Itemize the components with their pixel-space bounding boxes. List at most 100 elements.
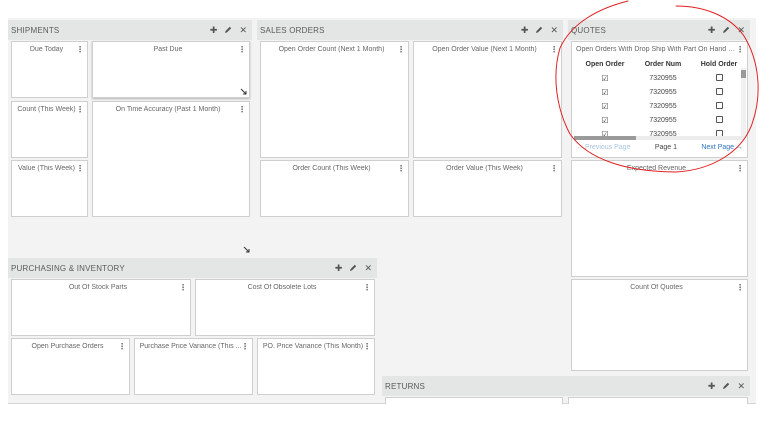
kebab-menu-icon[interactable]: ⋮	[241, 342, 249, 351]
checkbox-checked-icon: ☑	[601, 73, 609, 83]
widget-past-due[interactable]: Past Due ⋮	[92, 41, 250, 98]
kebab-menu-icon[interactable]: ⋮	[363, 283, 371, 292]
plus-icon[interactable]: ✚	[521, 25, 529, 35]
checkbox-empty-icon	[715, 73, 723, 81]
kebab-menu-icon[interactable]: ⋮	[238, 45, 246, 54]
kebab-menu-icon[interactable]: ⋮	[363, 342, 371, 351]
hold-order-checkbox[interactable]	[692, 87, 746, 97]
quotes-table: Open Order Order Num Hold Order ☑ 732095…	[576, 58, 746, 141]
pencil-icon[interactable]	[349, 264, 357, 272]
open-order-checkbox[interactable]: ☑	[576, 116, 634, 125]
hold-order-checkbox[interactable]	[692, 73, 746, 83]
scrollbar-thumb[interactable]	[741, 70, 746, 78]
widget-returns-left[interactable]	[385, 397, 563, 404]
order-num-cell: 7320955	[649, 74, 677, 82]
resize-handle-icon[interactable]	[243, 246, 250, 253]
checkbox-checked-icon: ☑	[601, 87, 609, 97]
widget-count-this-week[interactable]: Count (This Week) ⋮	[11, 101, 88, 158]
kebab-menu-icon[interactable]: ⋮	[76, 105, 84, 114]
widget-open-orders-drop-ship[interactable]: Open Orders With Drop Ship With Part On …	[571, 41, 748, 158]
next-page-button[interactable]: Next Page →	[701, 144, 743, 151]
hold-order-checkbox[interactable]	[692, 101, 746, 111]
kebab-menu-icon[interactable]: ⋮	[736, 45, 744, 54]
kebab-menu-icon[interactable]: ⋮	[118, 342, 126, 351]
widget-title: PO. Price Variance (This Month)	[262, 343, 364, 350]
open-order-checkbox[interactable]: ☑	[576, 88, 634, 97]
widget-open-order-count[interactable]: Open Order Count (Next 1 Month) ⋮	[260, 41, 409, 158]
sales-orders-panel-tools: ✚ ✕	[521, 25, 558, 35]
close-icon[interactable]: ✕	[550, 25, 558, 35]
widget-order-count-this-week[interactable]: Order Count (This Week) ⋮	[260, 160, 409, 217]
pencil-icon[interactable]	[722, 382, 730, 390]
returns-panel-title: RETURNS	[385, 381, 426, 391]
plus-icon[interactable]: ✚	[708, 25, 716, 35]
widget-title: Count Of Quotes	[630, 284, 683, 291]
widget-title: Expected Revenue	[626, 165, 687, 172]
checkbox-checked-icon: ☑	[601, 101, 609, 111]
hold-order-checkbox[interactable]	[692, 115, 746, 125]
kebab-menu-icon[interactable]: ⋮	[76, 45, 84, 54]
kebab-menu-icon[interactable]: ⋮	[397, 164, 405, 173]
widget-due-today[interactable]: Due Today ⋮	[11, 41, 88, 98]
widget-value-this-week[interactable]: Value (This Week) ⋮	[11, 160, 88, 217]
widget-order-value-this-week[interactable]: Order Value (This Week) ⋮	[413, 160, 562, 217]
table-row[interactable]: ☑ 7320955	[576, 113, 746, 127]
widget-title: Due Today	[29, 46, 64, 53]
kebab-menu-icon[interactable]: ⋮	[238, 105, 246, 114]
column-header-order-num[interactable]: Order Num	[634, 61, 692, 68]
column-header-hold-order[interactable]: Hold Order	[692, 61, 746, 68]
widget-title: On Time Accuracy (Past 1 Month)	[115, 106, 221, 113]
close-icon[interactable]: ✕	[364, 263, 372, 273]
checkbox-empty-icon	[715, 101, 723, 109]
widget-cost-obsolete-lots[interactable]: Cost Of Obsolete Lots ⋮	[195, 279, 375, 336]
sales-orders-panel-header: SALES ORDERS ✚ ✕	[257, 20, 563, 40]
horizontal-scrollbar[interactable]	[574, 136, 744, 140]
widget-count-of-quotes[interactable]: Count Of Quotes ⋮	[571, 279, 748, 371]
shipments-panel-title: SHIPMENTS	[11, 25, 60, 35]
quotes-table-header: Open Order Order Num Hold Order	[576, 58, 746, 71]
plus-icon[interactable]: ✚	[708, 381, 716, 391]
widget-open-purchase-orders[interactable]: Open Purchase Orders ⋮	[11, 338, 130, 395]
widget-expected-revenue[interactable]: Expected Revenue ⋮	[571, 160, 748, 277]
widget-purchase-price-variance[interactable]: Purchase Price Variance (This ... ⋮	[134, 338, 253, 395]
pencil-icon[interactable]	[224, 26, 232, 34]
open-order-checkbox[interactable]: ☑	[576, 74, 634, 83]
close-icon[interactable]: ✕	[239, 25, 247, 35]
kebab-menu-icon[interactable]: ⋮	[179, 283, 187, 292]
plus-icon[interactable]: ✚	[210, 25, 218, 35]
widget-returns-right[interactable]	[568, 397, 748, 404]
order-num-cell: 7320955	[649, 102, 677, 110]
kebab-menu-icon[interactable]: ⋮	[76, 164, 84, 173]
close-icon[interactable]: ✕	[737, 25, 745, 35]
widget-on-time-accuracy[interactable]: On Time Accuracy (Past 1 Month) ⋮	[92, 101, 250, 217]
table-row[interactable]: ☑ 7320955	[576, 99, 746, 113]
pencil-icon[interactable]	[535, 26, 543, 34]
plus-icon[interactable]: ✚	[335, 263, 343, 273]
widget-title: Purchase Price Variance (This ...	[139, 343, 242, 350]
purchasing-panel-tools: ✚ ✕	[335, 263, 372, 273]
widget-po-price-variance[interactable]: PO. Price Variance (This Month) ⋮	[257, 338, 375, 395]
widget-open-order-value[interactable]: Open Order Value (Next 1 Month) ⋮	[413, 41, 562, 158]
close-icon[interactable]: ✕	[737, 381, 745, 391]
sales-orders-panel-title: SALES ORDERS	[260, 25, 325, 35]
kebab-menu-icon[interactable]: ⋮	[736, 283, 744, 292]
column-header-open-order[interactable]: Open Order	[576, 61, 634, 68]
widget-out-of-stock-parts[interactable]: Out Of Stock Parts ⋮	[11, 279, 191, 336]
quotes-panel-header: QUOTES ✚ ✕	[568, 20, 750, 40]
previous-page-button[interactable]: ← Previous Page	[576, 144, 630, 151]
kebab-menu-icon[interactable]: ⋮	[550, 45, 558, 54]
vertical-scrollbar[interactable]	[741, 68, 746, 138]
kebab-menu-icon[interactable]: ⋮	[736, 164, 744, 173]
kebab-menu-icon[interactable]: ⋮	[550, 164, 558, 173]
quotes-panel-title: QUOTES	[571, 25, 606, 35]
pencil-icon[interactable]	[722, 26, 730, 34]
table-row[interactable]: ☑ 7320955	[576, 85, 746, 99]
table-row[interactable]: ☑ 7320955	[576, 71, 746, 85]
returns-panel-header: RETURNS ✚ ✕	[382, 376, 750, 396]
open-order-checkbox[interactable]: ☑	[576, 102, 634, 111]
scrollbar-thumb[interactable]	[574, 136, 636, 140]
resize-handle-icon[interactable]	[240, 88, 247, 95]
order-num-cell: 7320955	[649, 88, 677, 96]
kebab-menu-icon[interactable]: ⋮	[397, 45, 405, 54]
widget-title: Out Of Stock Parts	[68, 284, 128, 291]
